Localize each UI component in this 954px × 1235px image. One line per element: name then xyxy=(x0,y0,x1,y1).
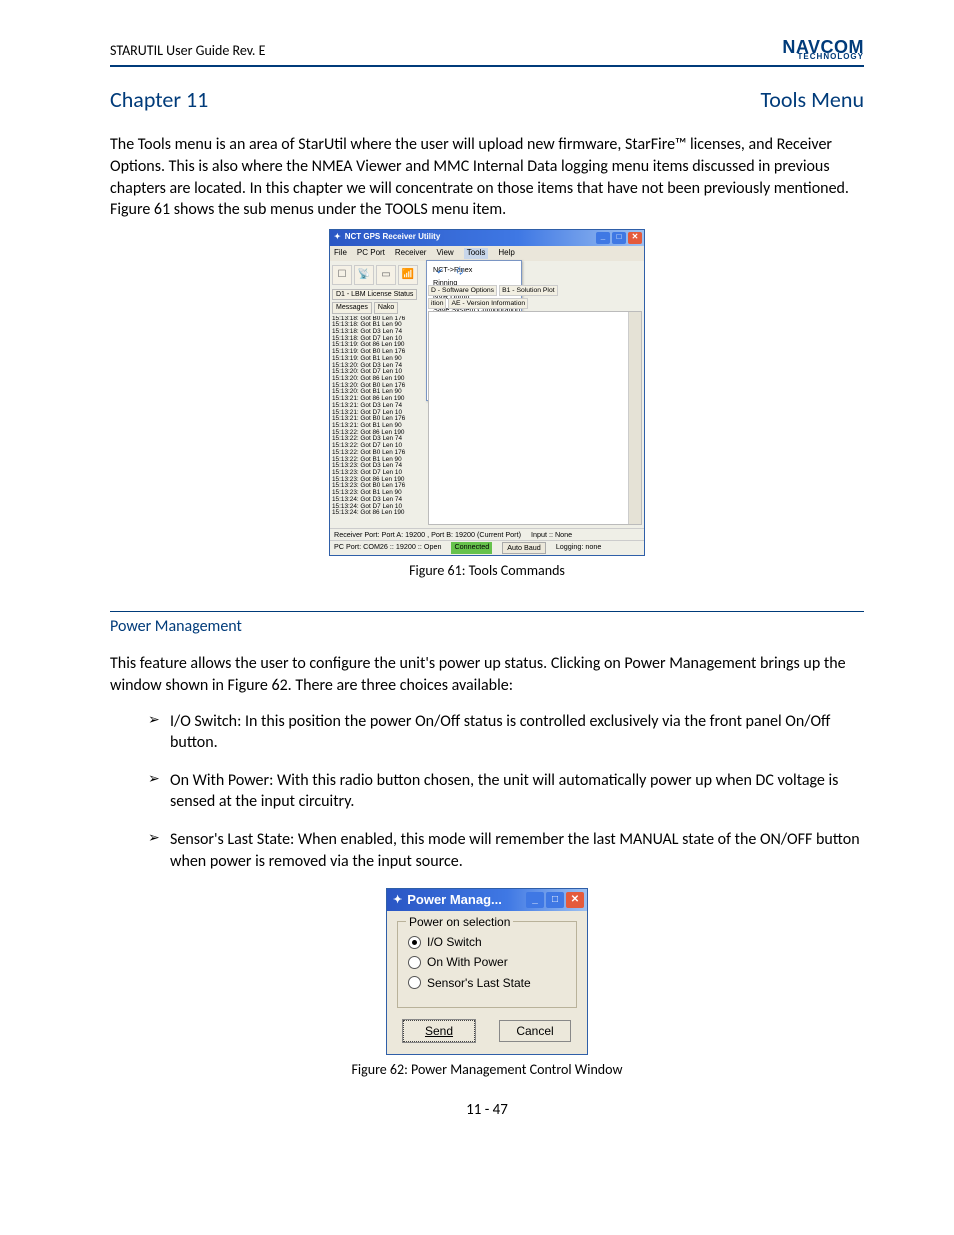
status-logging: Logging: none xyxy=(556,542,602,554)
bullet-on-with-power: On With Power: With this radio button ch… xyxy=(140,770,864,813)
right-icon-refresh[interactable]: 🗘 xyxy=(452,265,468,281)
menu-help[interactable]: Help xyxy=(498,248,514,259)
power-manag-window: ✦ Power Manag... _ □ ✕ Power on selectio… xyxy=(386,888,588,1055)
radio-on-with-power[interactable] xyxy=(408,956,421,969)
toolbar-icon-satellite[interactable]: 📡 xyxy=(354,265,374,285)
section-separator xyxy=(110,611,864,612)
toolbar-icon-3[interactable]: ▭ xyxy=(376,265,396,285)
maximize-icon[interactable]: □ xyxy=(612,232,626,244)
pm-maximize-icon[interactable]: □ xyxy=(546,892,564,908)
close-icon[interactable]: ✕ xyxy=(628,232,642,244)
subtab-messages[interactable]: Messages xyxy=(332,302,372,313)
status-pc-port: PC Port: COM26 :: 19200 :: Open xyxy=(334,542,441,554)
send-button[interactable]: Send xyxy=(403,1020,475,1042)
lbm-tab[interactable]: D1 - LBM License Status xyxy=(332,289,417,300)
minimize-icon[interactable]: _ xyxy=(596,232,610,244)
nct-window: ✦ NCT GPS Receiver Utility _ □ ✕ File PC… xyxy=(329,229,645,556)
tab-ition[interactable]: ition xyxy=(428,298,446,309)
pm-group-title: Power on selection xyxy=(406,914,513,930)
message-log: 15:13:18: Got B0 Len 176 15:13:18: Got B… xyxy=(332,316,424,526)
toolbar-icon-antenna[interactable]: 📶 xyxy=(398,265,418,285)
status-receiver-port: Receiver Port: Port A: 19200 , Port B: 1… xyxy=(334,530,521,540)
section-heading-power: Power Management xyxy=(110,616,864,638)
radio-io-switch[interactable] xyxy=(408,936,421,949)
menu-receiver[interactable]: Receiver xyxy=(395,248,427,259)
header-separator xyxy=(110,65,864,67)
menubar: File PC Port Receiver View Tools Help xyxy=(330,246,644,261)
app-icon: ✦ xyxy=(334,232,341,243)
right-content-area: ▴ xyxy=(428,311,642,525)
menu-file[interactable]: File xyxy=(334,248,347,259)
navcom-logo: NAVCOM TECHNOLOGY xyxy=(782,40,864,61)
intro-paragraph: The Tools menu is an area of StarUtil wh… xyxy=(110,134,864,220)
radio-sensor-last-state[interactable] xyxy=(408,976,421,989)
pm-titlebar[interactable]: ✦ Power Manag... _ □ ✕ xyxy=(387,889,587,911)
doc-header-left: STARUTIL User Guide Rev. E xyxy=(110,42,265,61)
auto-baud-button[interactable]: Auto Baud xyxy=(502,542,546,554)
window-title: NCT GPS Receiver Utility xyxy=(345,232,441,243)
pm-group-box: Power on selection I/O Switch On With Po… xyxy=(397,921,577,1008)
pm-minimize-icon[interactable]: _ xyxy=(526,892,544,908)
power-para: This feature allows the user to configur… xyxy=(110,653,864,696)
pm-app-icon: ✦ xyxy=(393,893,402,908)
window-titlebar[interactable]: ✦ NCT GPS Receiver Utility _ □ ✕ xyxy=(330,230,644,246)
bullet-io-switch: I/O Switch: In this position the power O… xyxy=(140,711,864,754)
page-number: 11 - 47 xyxy=(110,1100,864,1120)
subtab-nako[interactable]: Nako xyxy=(374,302,398,313)
status-bar-1: Receiver Port: Port A: 19200 , Port B: 1… xyxy=(330,528,644,541)
radio-label-io-switch: I/O Switch xyxy=(427,934,482,950)
radio-label-on-with-power: On With Power xyxy=(427,954,508,970)
tab-version-info[interactable]: AE - Version Information xyxy=(448,298,528,309)
pm-close-icon[interactable]: ✕ xyxy=(566,892,584,908)
chapter-title: Tools Menu xyxy=(761,85,864,115)
status-connected: Connected xyxy=(451,542,492,554)
chapter-number: Chapter 11 xyxy=(110,85,208,115)
pm-title: Power Manag... xyxy=(407,891,502,909)
menu-tools[interactable]: Tools xyxy=(464,248,489,259)
cancel-button[interactable]: Cancel xyxy=(499,1020,571,1042)
figure61-caption: Figure 61: Tools Commands xyxy=(110,562,864,581)
radio-label-sensor-last-state: Sensor's Last State xyxy=(427,975,531,991)
status-bar-2: PC Port: COM26 :: 19200 :: Open Connecte… xyxy=(330,540,644,555)
tab-software-options[interactable]: D - Software Options xyxy=(428,285,497,296)
status-input: Input :: None xyxy=(531,530,572,540)
toolbar-icon-1[interactable]: ☐ xyxy=(332,265,352,285)
right-icon-check[interactable]: ✔ xyxy=(432,265,448,281)
menu-pcport[interactable]: PC Port xyxy=(357,248,385,259)
menu-view[interactable]: View xyxy=(436,248,453,259)
figure62-caption: Figure 62: Power Management Control Wind… xyxy=(110,1061,864,1080)
scroll-up-icon[interactable]: ▴ xyxy=(630,314,639,323)
bullet-sensor-last-state: Sensor's Last State: When enabled, this … xyxy=(140,829,864,872)
tab-solution-plot[interactable]: B1 - Solution Plot xyxy=(499,285,558,296)
